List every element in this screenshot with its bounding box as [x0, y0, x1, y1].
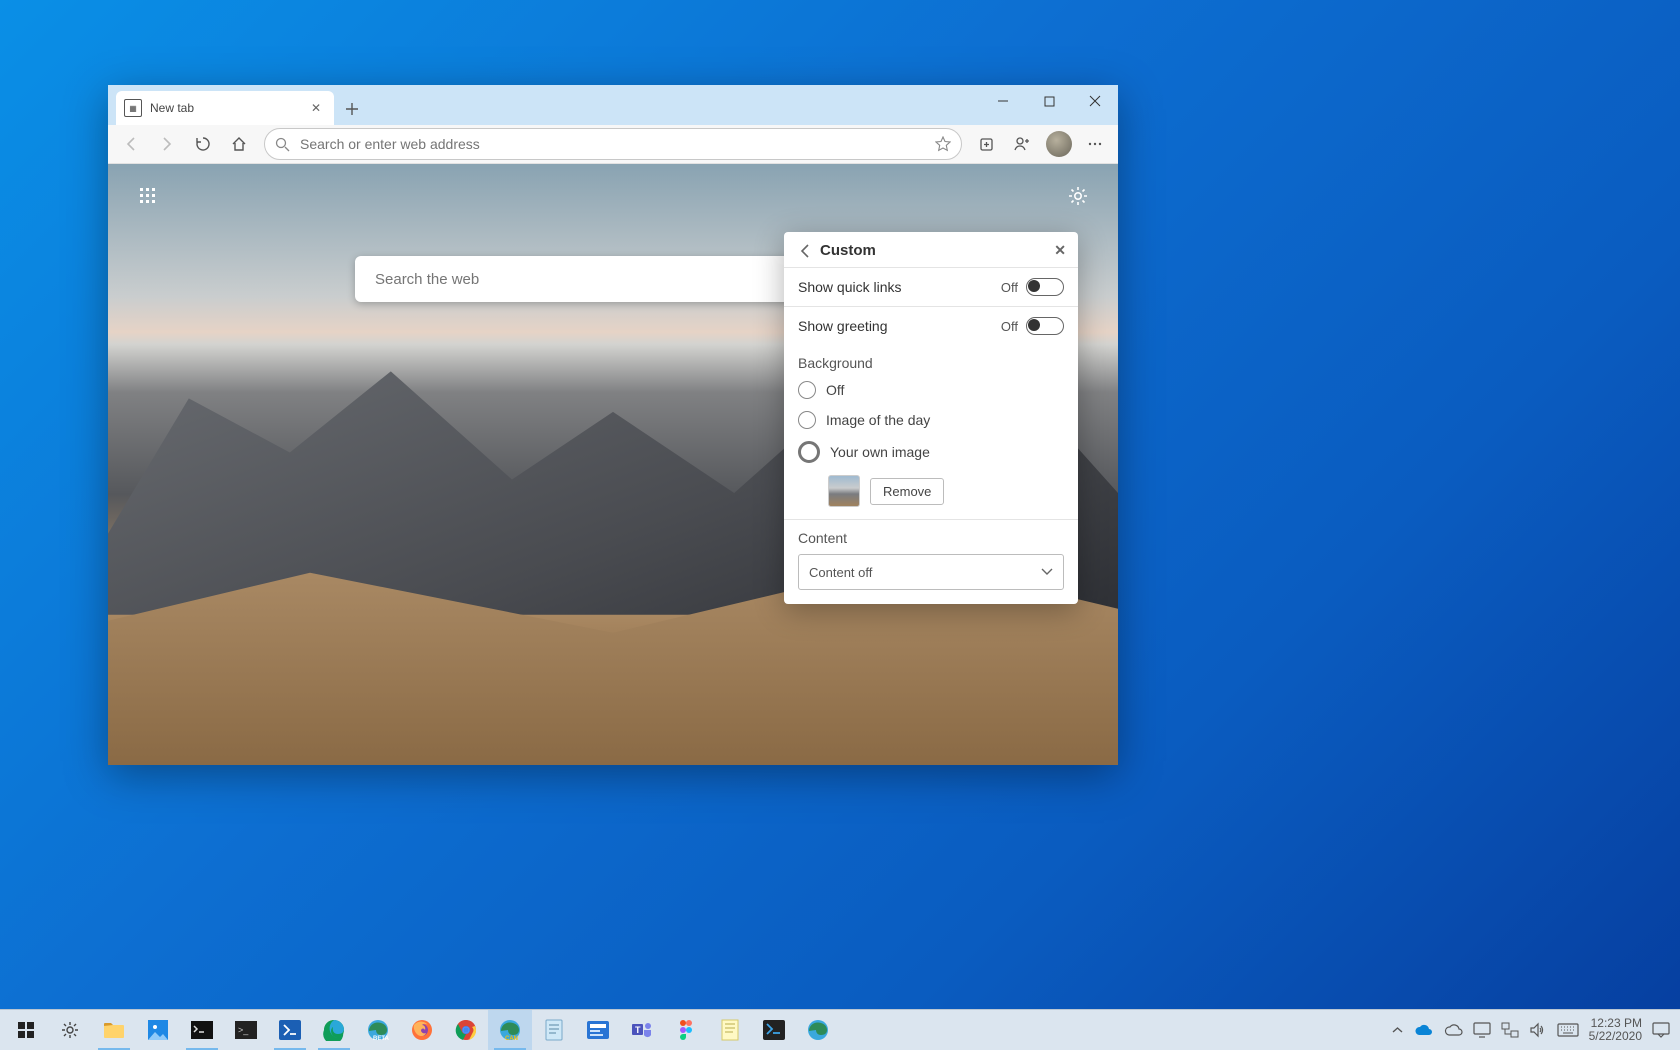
panel-back-icon[interactable]	[796, 244, 814, 258]
background-heading: Background	[784, 345, 1078, 375]
taskbar-figma-icon[interactable]	[664, 1010, 708, 1050]
panel-close-icon[interactable]: ✕	[1054, 242, 1066, 259]
maximize-button[interactable]	[1026, 85, 1072, 117]
tray-onedrive-icon[interactable]	[1413, 1023, 1433, 1037]
greeting-state: Off	[1001, 319, 1018, 334]
tray-keyboard-icon[interactable]	[1557, 1023, 1579, 1037]
bg-own-controls: Remove	[784, 469, 1078, 519]
bg-option-daily[interactable]: Image of the day	[784, 405, 1078, 435]
taskbar-firefox-icon[interactable]	[400, 1010, 444, 1050]
bg-option-off[interactable]: Off	[784, 375, 1078, 405]
taskbar-terminal-icon[interactable]: >_	[224, 1010, 268, 1050]
bg-option-own[interactable]: Your own image	[784, 435, 1078, 469]
taskbar-edge-dev-icon[interactable]	[796, 1010, 840, 1050]
page-settings-panel: Custom ✕ Show quick links Off Show greet…	[784, 232, 1078, 604]
quick-links-state: Off	[1001, 280, 1018, 295]
taskbar-cmd-icon[interactable]	[180, 1010, 224, 1050]
toolbar	[108, 125, 1118, 164]
tray-notifications-icon[interactable]	[1652, 1022, 1670, 1038]
content-value: Content off	[809, 565, 872, 580]
radio-icon	[798, 411, 816, 429]
back-button[interactable]	[114, 127, 148, 161]
collections-button[interactable]	[970, 127, 1004, 161]
bg-thumbnail[interactable]	[828, 475, 860, 507]
tray-network-icon[interactable]	[1501, 1022, 1519, 1038]
chevron-down-icon	[1041, 568, 1053, 576]
svg-text:CAN: CAN	[505, 1036, 518, 1041]
forward-button[interactable]	[150, 127, 184, 161]
content-dropdown[interactable]: Content off	[798, 554, 1064, 590]
quick-links-row: Show quick links Off	[784, 268, 1078, 306]
svg-text:BETA: BETA	[373, 1036, 389, 1041]
taskbar-ps7-icon[interactable]	[752, 1010, 796, 1050]
title-bar: ▦ New tab ✕	[108, 85, 1118, 125]
browser-window: ▦ New tab ✕	[108, 85, 1118, 765]
taskbar-chrome-icon[interactable]	[444, 1010, 488, 1050]
system-tray: 12:23 PM 5/22/2020	[1392, 1017, 1676, 1043]
profile-switch-button[interactable]	[1006, 127, 1040, 161]
taskbar-notes-icon[interactable]	[708, 1010, 752, 1050]
tray-chevron-icon[interactable]	[1392, 1026, 1403, 1034]
taskbar-settings-icon[interactable]	[48, 1010, 92, 1050]
taskbar-teams-icon[interactable]: T	[620, 1010, 664, 1050]
apps-grid-icon[interactable]	[134, 182, 162, 210]
page-settings-button[interactable]	[1064, 182, 1092, 210]
remove-image-button[interactable]: Remove	[870, 478, 944, 505]
bg-off-label: Off	[826, 382, 844, 398]
bg-own-label: Your own image	[830, 444, 930, 460]
address-input[interactable]	[298, 135, 927, 153]
taskbar-edge-beta-icon[interactable]: BETA	[356, 1010, 400, 1050]
tray-volume-icon[interactable]	[1529, 1022, 1547, 1038]
close-window-button[interactable]	[1072, 85, 1118, 117]
taskbar-edge-icon[interactable]	[312, 1010, 356, 1050]
tray-cloud-icon[interactable]	[1443, 1023, 1463, 1037]
new-tab-button[interactable]	[338, 95, 366, 123]
favorite-icon[interactable]	[935, 136, 951, 152]
taskbar-edge-canary-icon[interactable]: CAN	[488, 1010, 532, 1050]
home-button[interactable]	[222, 127, 256, 161]
taskbar-photos-icon[interactable]	[136, 1010, 180, 1050]
tab-title: New tab	[150, 101, 194, 115]
panel-header: Custom ✕	[784, 232, 1078, 267]
ntp-search-input[interactable]	[373, 270, 853, 289]
tab-close-icon[interactable]: ✕	[308, 100, 324, 116]
taskbar-powershell-icon[interactable]	[268, 1010, 312, 1050]
minimize-button[interactable]	[980, 85, 1026, 117]
taskbar: >_ BETA CAN T 12:23 PM 5/22/2020	[0, 1009, 1680, 1050]
start-button[interactable]	[4, 1010, 48, 1050]
window-controls	[980, 85, 1118, 117]
new-tab-page: Custom ✕ Show quick links Off Show greet…	[108, 164, 1118, 765]
browser-tab[interactable]: ▦ New tab ✕	[116, 91, 334, 125]
search-icon	[275, 137, 290, 152]
ntp-top-bar	[108, 164, 1118, 228]
content-heading: Content	[784, 520, 1078, 550]
svg-text:>_: >_	[238, 1025, 249, 1035]
radio-selected-icon	[798, 441, 820, 463]
greeting-label: Show greeting	[798, 318, 888, 334]
tab-favicon-icon: ▦	[124, 99, 142, 117]
greeting-row: Show greeting Off	[784, 307, 1078, 345]
tray-display-icon[interactable]	[1473, 1022, 1491, 1038]
address-bar[interactable]	[264, 128, 962, 160]
taskbar-manager-icon[interactable]	[576, 1010, 620, 1050]
svg-text:T: T	[635, 1025, 641, 1035]
tray-date: 5/22/2020	[1589, 1030, 1642, 1043]
bg-daily-label: Image of the day	[826, 412, 930, 428]
tray-clock[interactable]: 12:23 PM 5/22/2020	[1589, 1017, 1642, 1043]
menu-button[interactable]	[1078, 127, 1112, 161]
avatar-icon	[1046, 131, 1072, 157]
quick-links-toggle[interactable]	[1026, 278, 1064, 296]
greeting-toggle[interactable]	[1026, 317, 1064, 335]
quick-links-label: Show quick links	[798, 279, 902, 295]
refresh-button[interactable]	[186, 127, 220, 161]
radio-icon	[798, 381, 816, 399]
taskbar-explorer-icon[interactable]	[92, 1010, 136, 1050]
panel-title: Custom	[820, 242, 876, 259]
profile-avatar[interactable]	[1042, 127, 1076, 161]
taskbar-notepad2-icon[interactable]	[532, 1010, 576, 1050]
